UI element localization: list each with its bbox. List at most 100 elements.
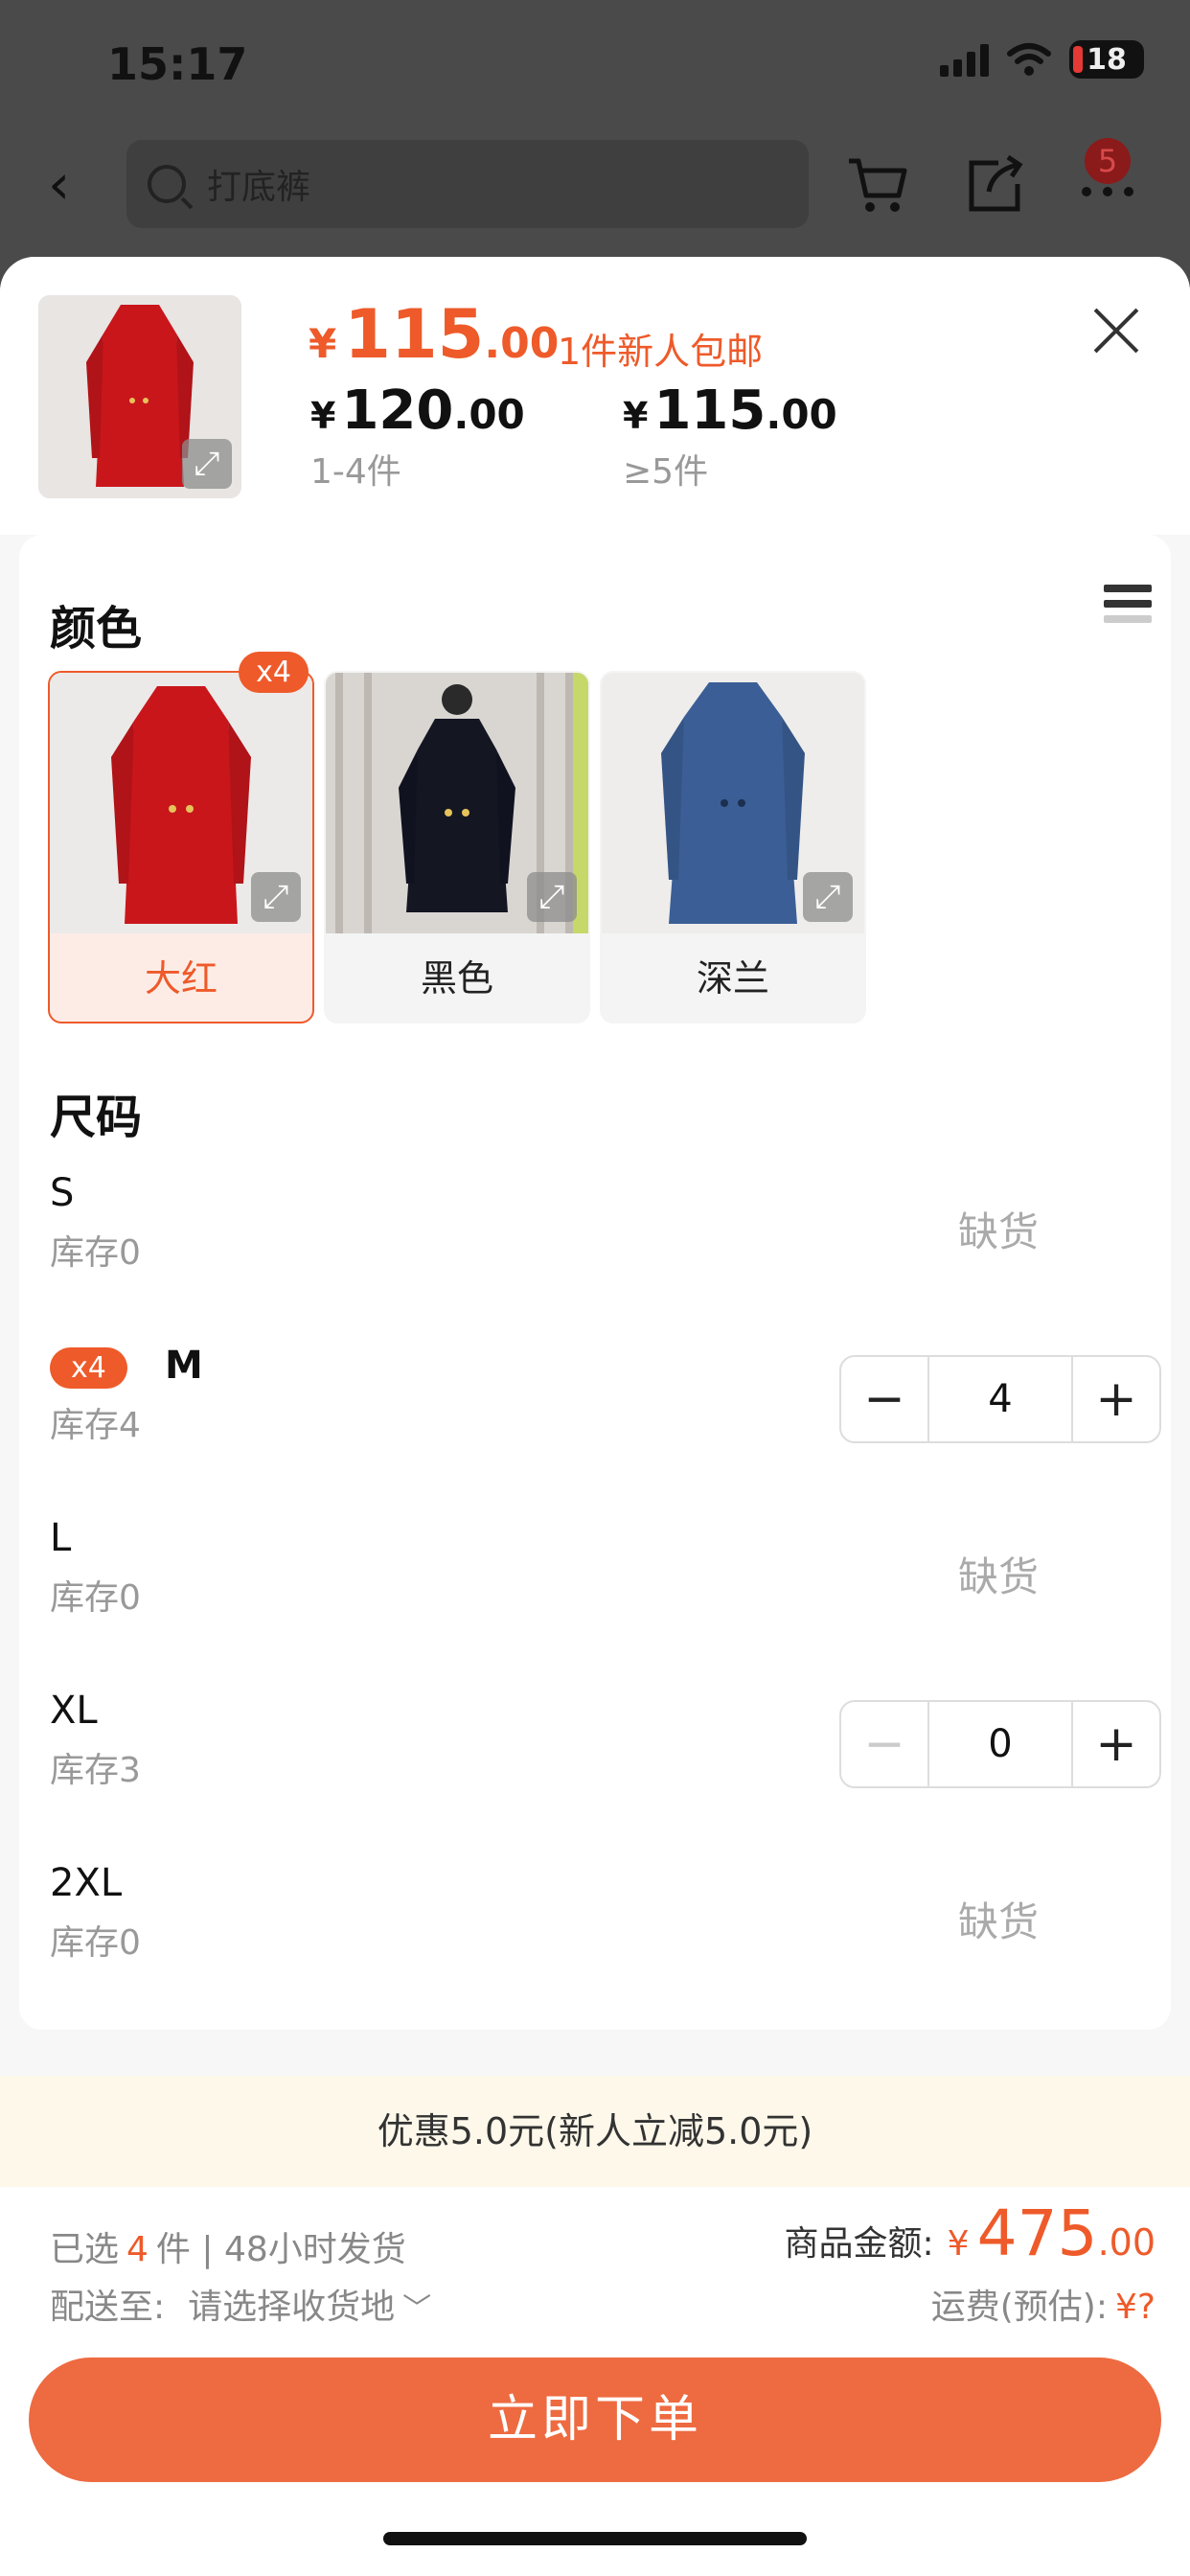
price-decimal: .00: [484, 319, 560, 368]
selected-prefix: 已选: [50, 2230, 120, 2269]
sheet-header: ⤢ ¥ 115 .00 1件新人包邮 ¥ 120 .00 1-4件 ¥ 115 …: [0, 257, 1190, 535]
freight-value: ¥?: [1114, 2288, 1156, 2327]
price-tier: ¥ 115 .00 ≥5件: [623, 380, 837, 494]
increment-button[interactable]: +: [1073, 1357, 1159, 1441]
color-name: 黑色: [420, 957, 493, 1000]
color-name: 深兰: [696, 957, 769, 1000]
cart-icon[interactable]: [843, 150, 912, 218]
notification-badge: 5: [1085, 138, 1131, 184]
selected-count: 4: [126, 2230, 149, 2269]
decrement-button[interactable]: −: [841, 1702, 927, 1786]
tier-price-integer: 120: [341, 380, 454, 442]
total-integer: 475: [976, 2196, 1098, 2270]
size-section-title: 尺码: [50, 1091, 143, 1144]
ship-address: 请选择收货地: [188, 2288, 396, 2327]
chevron-down-icon: ﹀: [402, 2292, 432, 2326]
size-stock: 库存0: [50, 1578, 141, 1618]
status-icons: 18: [940, 40, 1144, 79]
top-nav: ‹ 打底裤: [0, 134, 1190, 230]
current-price: ¥ 115 .00: [309, 295, 559, 374]
total-decimal: .00: [1097, 2221, 1156, 2264]
size-stock: 库存0: [50, 1923, 141, 1963]
expand-icon[interactable]: ⤢: [803, 872, 853, 922]
tier-price-integer: 115: [653, 380, 767, 442]
total-label: 商品金额:: [784, 2224, 934, 2264]
size-name: 2XL: [50, 1861, 123, 1905]
selected-suffix: 件 | 48小时发货: [155, 2230, 406, 2269]
size-row-xl: XL 库存3 − 0 +: [50, 1689, 1161, 1832]
share-icon[interactable]: [960, 150, 1029, 218]
close-icon[interactable]: [1092, 307, 1140, 355]
size-row-2xl: 2XL 库存0 缺货: [50, 1861, 1161, 2005]
back-icon[interactable]: ‹: [48, 155, 96, 213]
total-currency: ¥: [947, 2224, 970, 2264]
options-card: 颜色 ⤢ 大红 x4 ⤢ 黑色 ⤢ 深兰 尺码 S 库存0 缺货 x4 M 库存…: [19, 535, 1171, 2030]
status-bar: 15:17 18: [0, 0, 1190, 134]
list-view-icon[interactable]: [1104, 585, 1152, 631]
size-name: M: [165, 1344, 203, 1388]
color-image: ⤢: [326, 673, 588, 933]
freight-estimate: 运费(预估): ¥?: [931, 2279, 1156, 2329]
out-of-stock-label: 缺货: [957, 1898, 1039, 1945]
color-name: 大红: [144, 957, 217, 1000]
sku-selector-sheet: ⤢ ¥ 115 .00 1件新人包邮 ¥ 120 .00 1-4件 ¥ 115 …: [0, 257, 1190, 2576]
color-option-black[interactable]: ⤢ 黑色: [324, 671, 590, 1024]
home-indicator: [383, 2532, 807, 2545]
tier-price-decimal: .00: [766, 391, 837, 438]
shipping-address-selector[interactable]: 配送至: 请选择收货地 ﹀: [50, 2279, 431, 2329]
selected-summary: 已选 4 件 | 48小时发货: [50, 2221, 406, 2271]
battery-level: 18: [1087, 42, 1127, 77]
tier-range: 1-4件: [310, 452, 401, 492]
size-stock: 库存0: [50, 1233, 141, 1273]
ship-label: 配送至:: [50, 2288, 166, 2327]
tier-price-decimal: .00: [453, 391, 525, 438]
quantity-stepper: − 4 +: [839, 1355, 1161, 1443]
place-order-button[interactable]: 立即下单: [29, 2358, 1161, 2482]
quantity-badge: x4: [239, 652, 309, 693]
tier-currency: ¥: [623, 395, 649, 437]
size-row-l: L 库存0 缺货: [50, 1516, 1161, 1660]
size-name: L: [50, 1516, 72, 1560]
total-amount: 商品金额: ¥ 475 .00: [785, 2196, 1156, 2270]
checkout-footer: 已选 4 件 | 48小时发货 配送至: 请选择收货地 ﹀ 商品金额: ¥ 475 .0…: [0, 2187, 1190, 2576]
color-image: ⤢: [602, 673, 864, 933]
wifi-icon: [1007, 43, 1051, 76]
size-name: XL: [50, 1689, 98, 1733]
cellular-signal-icon: [940, 42, 989, 77]
promo-tag: 1件新人包邮: [558, 331, 764, 373]
discount-banner: 优惠5.0元(新人立减5.0元): [0, 2076, 1190, 2187]
price-tier: ¥ 120 .00 1-4件: [310, 380, 525, 494]
quantity-input[interactable]: 0: [927, 1702, 1073, 1786]
color-section-title: 颜色: [50, 602, 143, 656]
expand-icon[interactable]: ⤢: [527, 872, 577, 922]
freight-label: 运费(预估):: [930, 2288, 1108, 2327]
quantity-input[interactable]: 4: [927, 1357, 1073, 1441]
size-stock: 库存3: [50, 1751, 141, 1790]
out-of-stock-label: 缺货: [957, 1208, 1039, 1255]
search-placeholder: 打底裤: [207, 168, 311, 207]
size-row-m: x4 M 库存4 − 4 +: [50, 1344, 1161, 1487]
battery-icon: 18: [1069, 40, 1144, 79]
decrement-button[interactable]: −: [841, 1357, 927, 1441]
status-time: 15:17: [107, 38, 248, 90]
size-stock: 库存4: [50, 1406, 141, 1445]
expand-icon[interactable]: ⤢: [182, 439, 232, 489]
quantity-badge: x4: [50, 1347, 127, 1389]
tier-range: ≥5件: [623, 452, 709, 492]
color-option-navy[interactable]: ⤢ 深兰: [600, 671, 866, 1024]
out-of-stock-label: 缺货: [957, 1553, 1039, 1600]
price-integer: 115: [344, 295, 485, 374]
expand-icon[interactable]: ⤢: [251, 872, 301, 922]
increment-button[interactable]: +: [1073, 1702, 1159, 1786]
color-options: ⤢ 大红 x4 ⤢ 黑色 ⤢ 深兰: [48, 652, 866, 1024]
color-image: ⤢: [50, 673, 312, 933]
quantity-stepper: − 0 +: [839, 1700, 1161, 1788]
search-input[interactable]: 打底裤: [126, 140, 809, 228]
color-option-red[interactable]: ⤢ 大红 x4: [48, 652, 314, 1024]
size-row-s: S 库存0 缺货: [50, 1171, 1161, 1315]
tier-currency: ¥: [310, 395, 336, 437]
price-currency: ¥: [309, 320, 337, 367]
product-thumbnail[interactable]: ⤢: [38, 295, 241, 498]
size-name: S: [50, 1171, 75, 1215]
search-icon: [148, 165, 186, 203]
